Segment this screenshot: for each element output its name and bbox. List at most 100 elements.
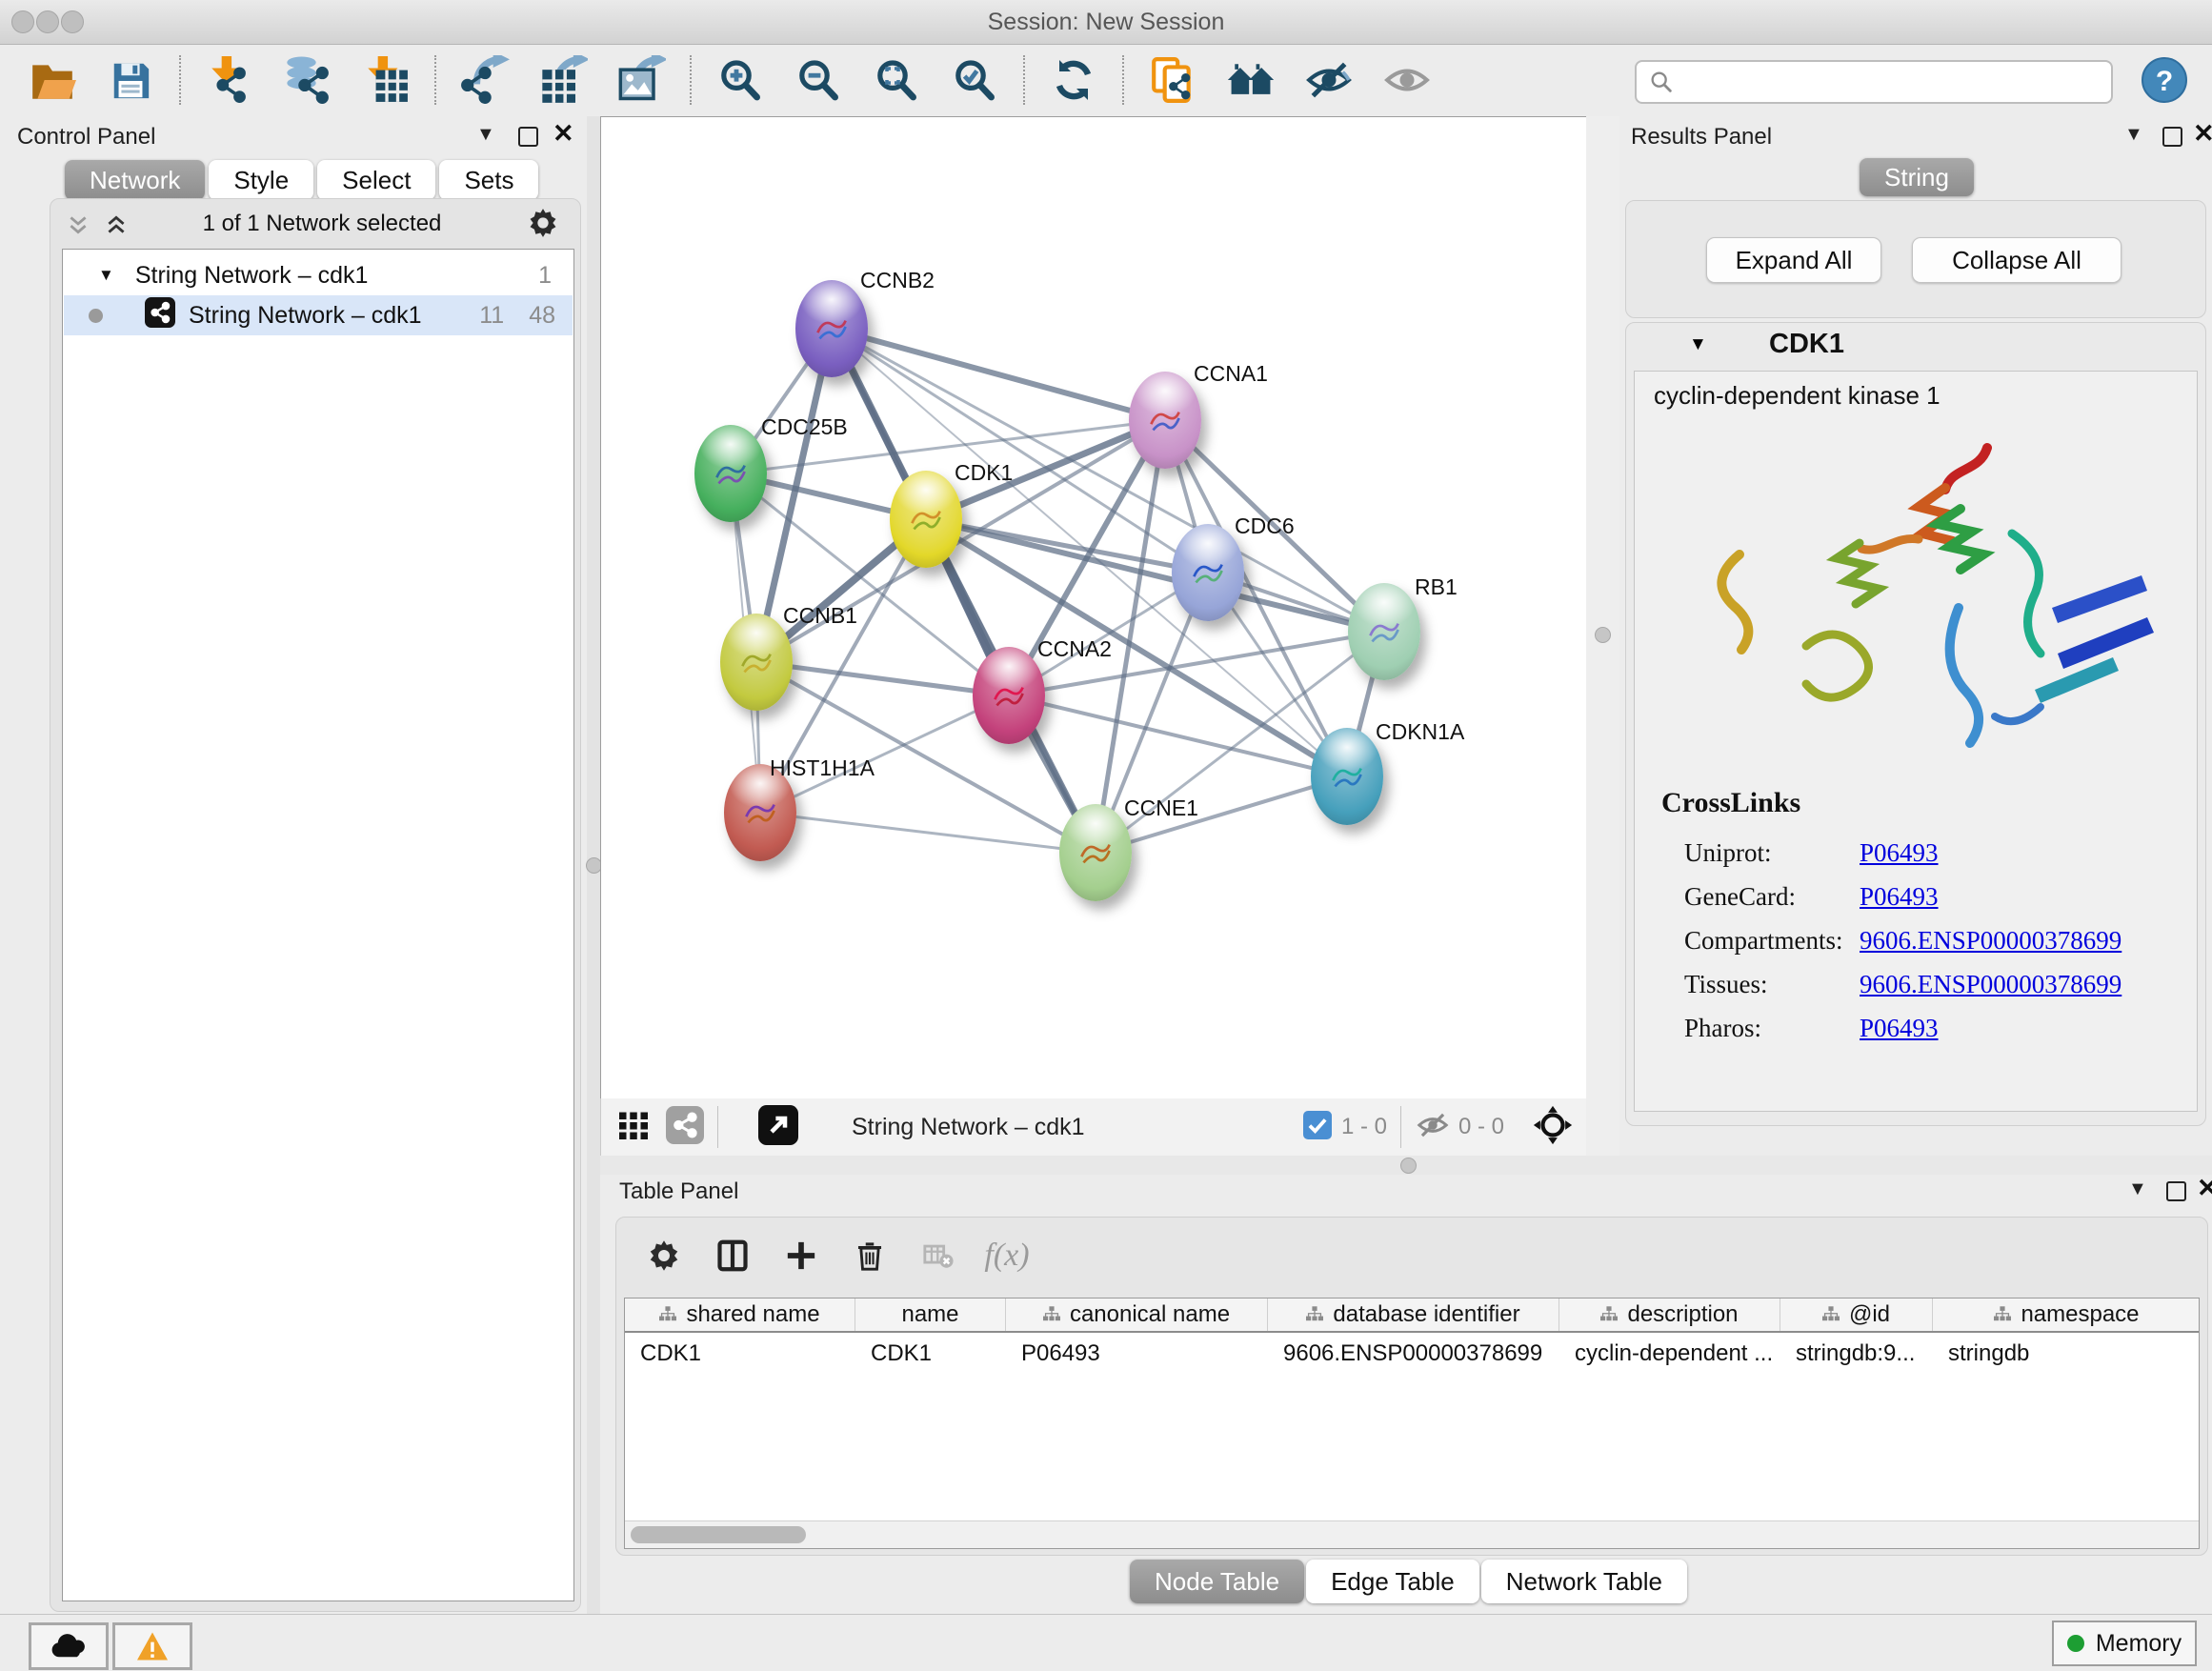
- tree-expand-icon[interactable]: ▼: [98, 266, 114, 285]
- node-CCNA2[interactable]: [973, 647, 1045, 744]
- node-CDKN1A[interactable]: [1311, 728, 1383, 825]
- delete-table-icon[interactable]: [914, 1231, 963, 1280]
- add-column-icon[interactable]: [776, 1231, 826, 1280]
- tab-string[interactable]: String: [1860, 158, 1974, 196]
- zoom-in-icon[interactable]: [713, 53, 768, 107]
- table-panel-menu-icon[interactable]: ▼: [2128, 1178, 2147, 1200]
- node-label-CCNE1: CCNE1: [1124, 795, 1198, 821]
- network-collection-row[interactable]: ▼ String Network – cdk1 1: [64, 255, 573, 295]
- node-CDK1[interactable]: [890, 471, 962, 568]
- tab-node-table[interactable]: Node Table: [1130, 1560, 1304, 1603]
- expand-all-button[interactable]: Expand All: [1706, 237, 1881, 283]
- select-columns-icon[interactable]: [708, 1231, 757, 1280]
- import-table-file-icon[interactable]: [358, 53, 413, 107]
- tab-network-table[interactable]: Network Table: [1481, 1560, 1687, 1603]
- results-panel-menu-icon[interactable]: ▼: [2124, 124, 2143, 146]
- cloud-status-button[interactable]: [29, 1622, 109, 1670]
- horizontal-scrollbar[interactable]: [625, 1520, 2199, 1548]
- table-row[interactable]: CDK1CDK1P064939606.ENSP00000378699cyclin…: [625, 1333, 2199, 1375]
- left-splitter[interactable]: [587, 116, 600, 1614]
- search-input[interactable]: [1635, 60, 2113, 104]
- column-header-description[interactable]: description: [1559, 1299, 1780, 1331]
- crosslink-value-link[interactable]: 9606.ENSP00000378699: [1860, 970, 2122, 999]
- node-CCNB1[interactable]: [720, 614, 793, 711]
- refresh-view-icon[interactable]: [1046, 53, 1101, 107]
- zoom-out-icon[interactable]: [791, 53, 846, 107]
- control-panel-float-icon[interactable]: [518, 127, 538, 147]
- column-header-canonical-name[interactable]: canonical name: [1006, 1299, 1268, 1331]
- table-gear-icon[interactable]: [639, 1231, 689, 1280]
- table-cell[interactable]: 9606.ENSP00000378699: [1268, 1333, 1559, 1375]
- column-header--id[interactable]: @id: [1780, 1299, 1933, 1331]
- tab-style[interactable]: Style: [209, 160, 313, 200]
- results-panel-float-icon[interactable]: [2162, 127, 2182, 147]
- node-CDC6[interactable]: [1172, 524, 1244, 621]
- table-cell[interactable]: cyclin-dependent ...: [1559, 1333, 1780, 1375]
- gene-collapse-icon[interactable]: ▼: [1689, 334, 1707, 355]
- show-all-icon[interactable]: [1379, 53, 1435, 107]
- export-table-icon[interactable]: [535, 53, 591, 107]
- network-canvas[interactable]: CCNB2CCNA1CDC25BCDK1CDC6RB1CCNB1CCNA2CDK…: [600, 116, 1587, 1099]
- export-image-icon[interactable]: [613, 53, 669, 107]
- export-network-icon[interactable]: [457, 53, 513, 107]
- open-in-new-window-icon[interactable]: [758, 1105, 798, 1150]
- bottom-splitter[interactable]: [600, 1156, 2212, 1175]
- chevron-double-up-icon[interactable]: [104, 212, 129, 242]
- network-options-gear-icon[interactable]: [527, 207, 559, 244]
- import-network-file-icon[interactable]: [202, 53, 257, 107]
- tab-sets[interactable]: Sets: [439, 160, 538, 200]
- network-row-selected[interactable]: String Network – cdk1 11 48: [64, 295, 573, 335]
- bottom-splitter-handle[interactable]: [1400, 1158, 1417, 1174]
- node-CCNE1[interactable]: [1059, 804, 1132, 901]
- crosslink-value-link[interactable]: P06493: [1860, 1014, 1939, 1043]
- zoom-selected-icon[interactable]: [947, 53, 1002, 107]
- view-grid-icon[interactable]: [616, 1108, 651, 1147]
- birdseye-share-icon[interactable]: [666, 1106, 704, 1149]
- table-panel-close-icon[interactable]: ✕: [2197, 1178, 2212, 1198]
- help-icon[interactable]: ?: [2142, 57, 2187, 103]
- selected-checkbox-icon[interactable]: [1303, 1111, 1332, 1144]
- table-panel-float-icon[interactable]: [2166, 1181, 2186, 1201]
- hide-selected-icon[interactable]: [1301, 53, 1357, 107]
- horizontal-scrollbar-thumb[interactable]: [631, 1526, 806, 1543]
- crosslink-value-link[interactable]: 9606.ENSP00000378699: [1860, 926, 2122, 956]
- node-CDC25B[interactable]: [694, 425, 767, 522]
- hidden-eye-slash-icon[interactable]: [1415, 1107, 1451, 1148]
- right-splitter[interactable]: [1586, 116, 1619, 1156]
- right-splitter-handle[interactable]: [1595, 627, 1611, 643]
- column-header-name[interactable]: name: [855, 1299, 1006, 1331]
- results-panel-close-icon[interactable]: ✕: [2193, 124, 2212, 143]
- tab-network[interactable]: Network: [65, 160, 205, 200]
- table-cell[interactable]: CDK1: [625, 1333, 855, 1375]
- import-network-database-icon[interactable]: [280, 53, 335, 107]
- collapse-all-button[interactable]: Collapse All: [1912, 237, 2122, 283]
- open-session-icon[interactable]: [25, 53, 80, 107]
- string-home-icon[interactable]: [1223, 53, 1278, 107]
- tab-select[interactable]: Select: [317, 160, 435, 200]
- save-session-icon[interactable]: [103, 53, 158, 107]
- column-header-namespace[interactable]: namespace: [1933, 1299, 2200, 1331]
- column-header-database-identifier[interactable]: database identifier: [1268, 1299, 1559, 1331]
- table-cell[interactable]: stringdb: [1933, 1333, 2200, 1375]
- table-cell[interactable]: P06493: [1006, 1333, 1268, 1375]
- tab-edge-table[interactable]: Edge Table: [1306, 1560, 1479, 1603]
- node-CCNA1[interactable]: [1129, 372, 1201, 469]
- chevron-double-down-icon[interactable]: [66, 212, 90, 242]
- function-builder-icon[interactable]: f(x): [982, 1231, 1032, 1280]
- string-protein-query-icon[interactable]: [1145, 53, 1200, 107]
- delete-column-trash-icon[interactable]: [845, 1231, 895, 1280]
- node-CCNB2[interactable]: [795, 280, 868, 377]
- control-panel-menu-icon[interactable]: ▼: [476, 124, 495, 146]
- crosslink-value-link[interactable]: P06493: [1860, 838, 1939, 868]
- control-panel-tabs: NetworkStyleSelectSets: [65, 160, 538, 200]
- table-cell[interactable]: CDK1: [855, 1333, 1006, 1375]
- zoom-fit-icon[interactable]: [869, 53, 924, 107]
- memory-button[interactable]: Memory: [2052, 1621, 2197, 1666]
- table-cell[interactable]: stringdb:9...: [1780, 1333, 1933, 1375]
- node-RB1[interactable]: [1348, 583, 1420, 680]
- column-header-shared-name[interactable]: shared name: [625, 1299, 855, 1331]
- crosslink-value-link[interactable]: P06493: [1860, 882, 1939, 912]
- fit-content-crosshair-icon[interactable]: [1533, 1105, 1573, 1150]
- control-panel-close-icon[interactable]: ✕: [553, 124, 574, 143]
- warning-status-button[interactable]: [112, 1622, 192, 1670]
